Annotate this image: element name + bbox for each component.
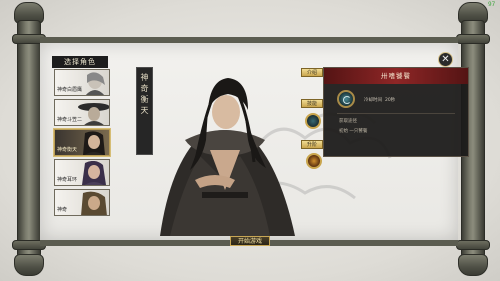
character-name: 神奇白眉鹰	[57, 87, 83, 93]
character-card[interactable]: 神奇斗笠二	[54, 99, 110, 126]
character-list: 神奇白眉鹰 神奇斗笠二 神奇衡天 神奇耳环 神奇	[54, 69, 110, 219]
flame-skill-icon[interactable]	[306, 153, 322, 169]
game-screen: ✕ 选择角色 神奇白眉鹰 神奇斗笠二 神奇衡天 神奇耳环 神奇 神 奇 衡 天 …	[0, 0, 500, 281]
fps-counter: 97	[488, 1, 496, 8]
skill-button[interactable]: 技能	[301, 99, 323, 108]
close-button[interactable]: ✕	[438, 52, 453, 67]
condition-label: 获取途径	[339, 119, 357, 124]
skill-swirl-icon	[337, 90, 355, 108]
character-portrait	[81, 191, 107, 215]
character-name: 神奇	[57, 207, 68, 213]
character-card[interactable]: 神奇白眉鹰	[54, 69, 110, 96]
cooldown-value: 20秒	[385, 98, 396, 103]
divider	[337, 113, 455, 114]
character-card-selected[interactable]: 神奇衡天	[54, 129, 110, 156]
upgrade-button[interactable]: 升阶	[301, 140, 323, 149]
close-icon: ✕	[441, 54, 450, 65]
start-game-button[interactable]: 开始游戏	[230, 236, 270, 246]
skill-tooltip: 卅嗜饕餮 冷却时间 20秒 获取途径 初始 一只饕餮	[323, 67, 469, 157]
tooltip-title: 卅嗜饕餮	[324, 68, 468, 84]
intro-button[interactable]: 介绍	[301, 68, 323, 77]
cooldown-label: 冷却时间	[364, 98, 382, 103]
character-card[interactable]: 神奇	[54, 189, 110, 216]
character-card[interactable]: 神奇耳环	[54, 159, 110, 186]
character-name: 神奇耳环	[57, 177, 78, 183]
panel-title: 选择角色	[52, 56, 108, 68]
character-name: 神奇衡天	[57, 147, 78, 153]
hero-illustration	[160, 78, 295, 236]
condition-value: 初始 一只饕餮	[339, 129, 368, 134]
skill-slot-icon[interactable]	[305, 113, 321, 129]
character-name: 神奇斗笠二	[57, 117, 83, 123]
